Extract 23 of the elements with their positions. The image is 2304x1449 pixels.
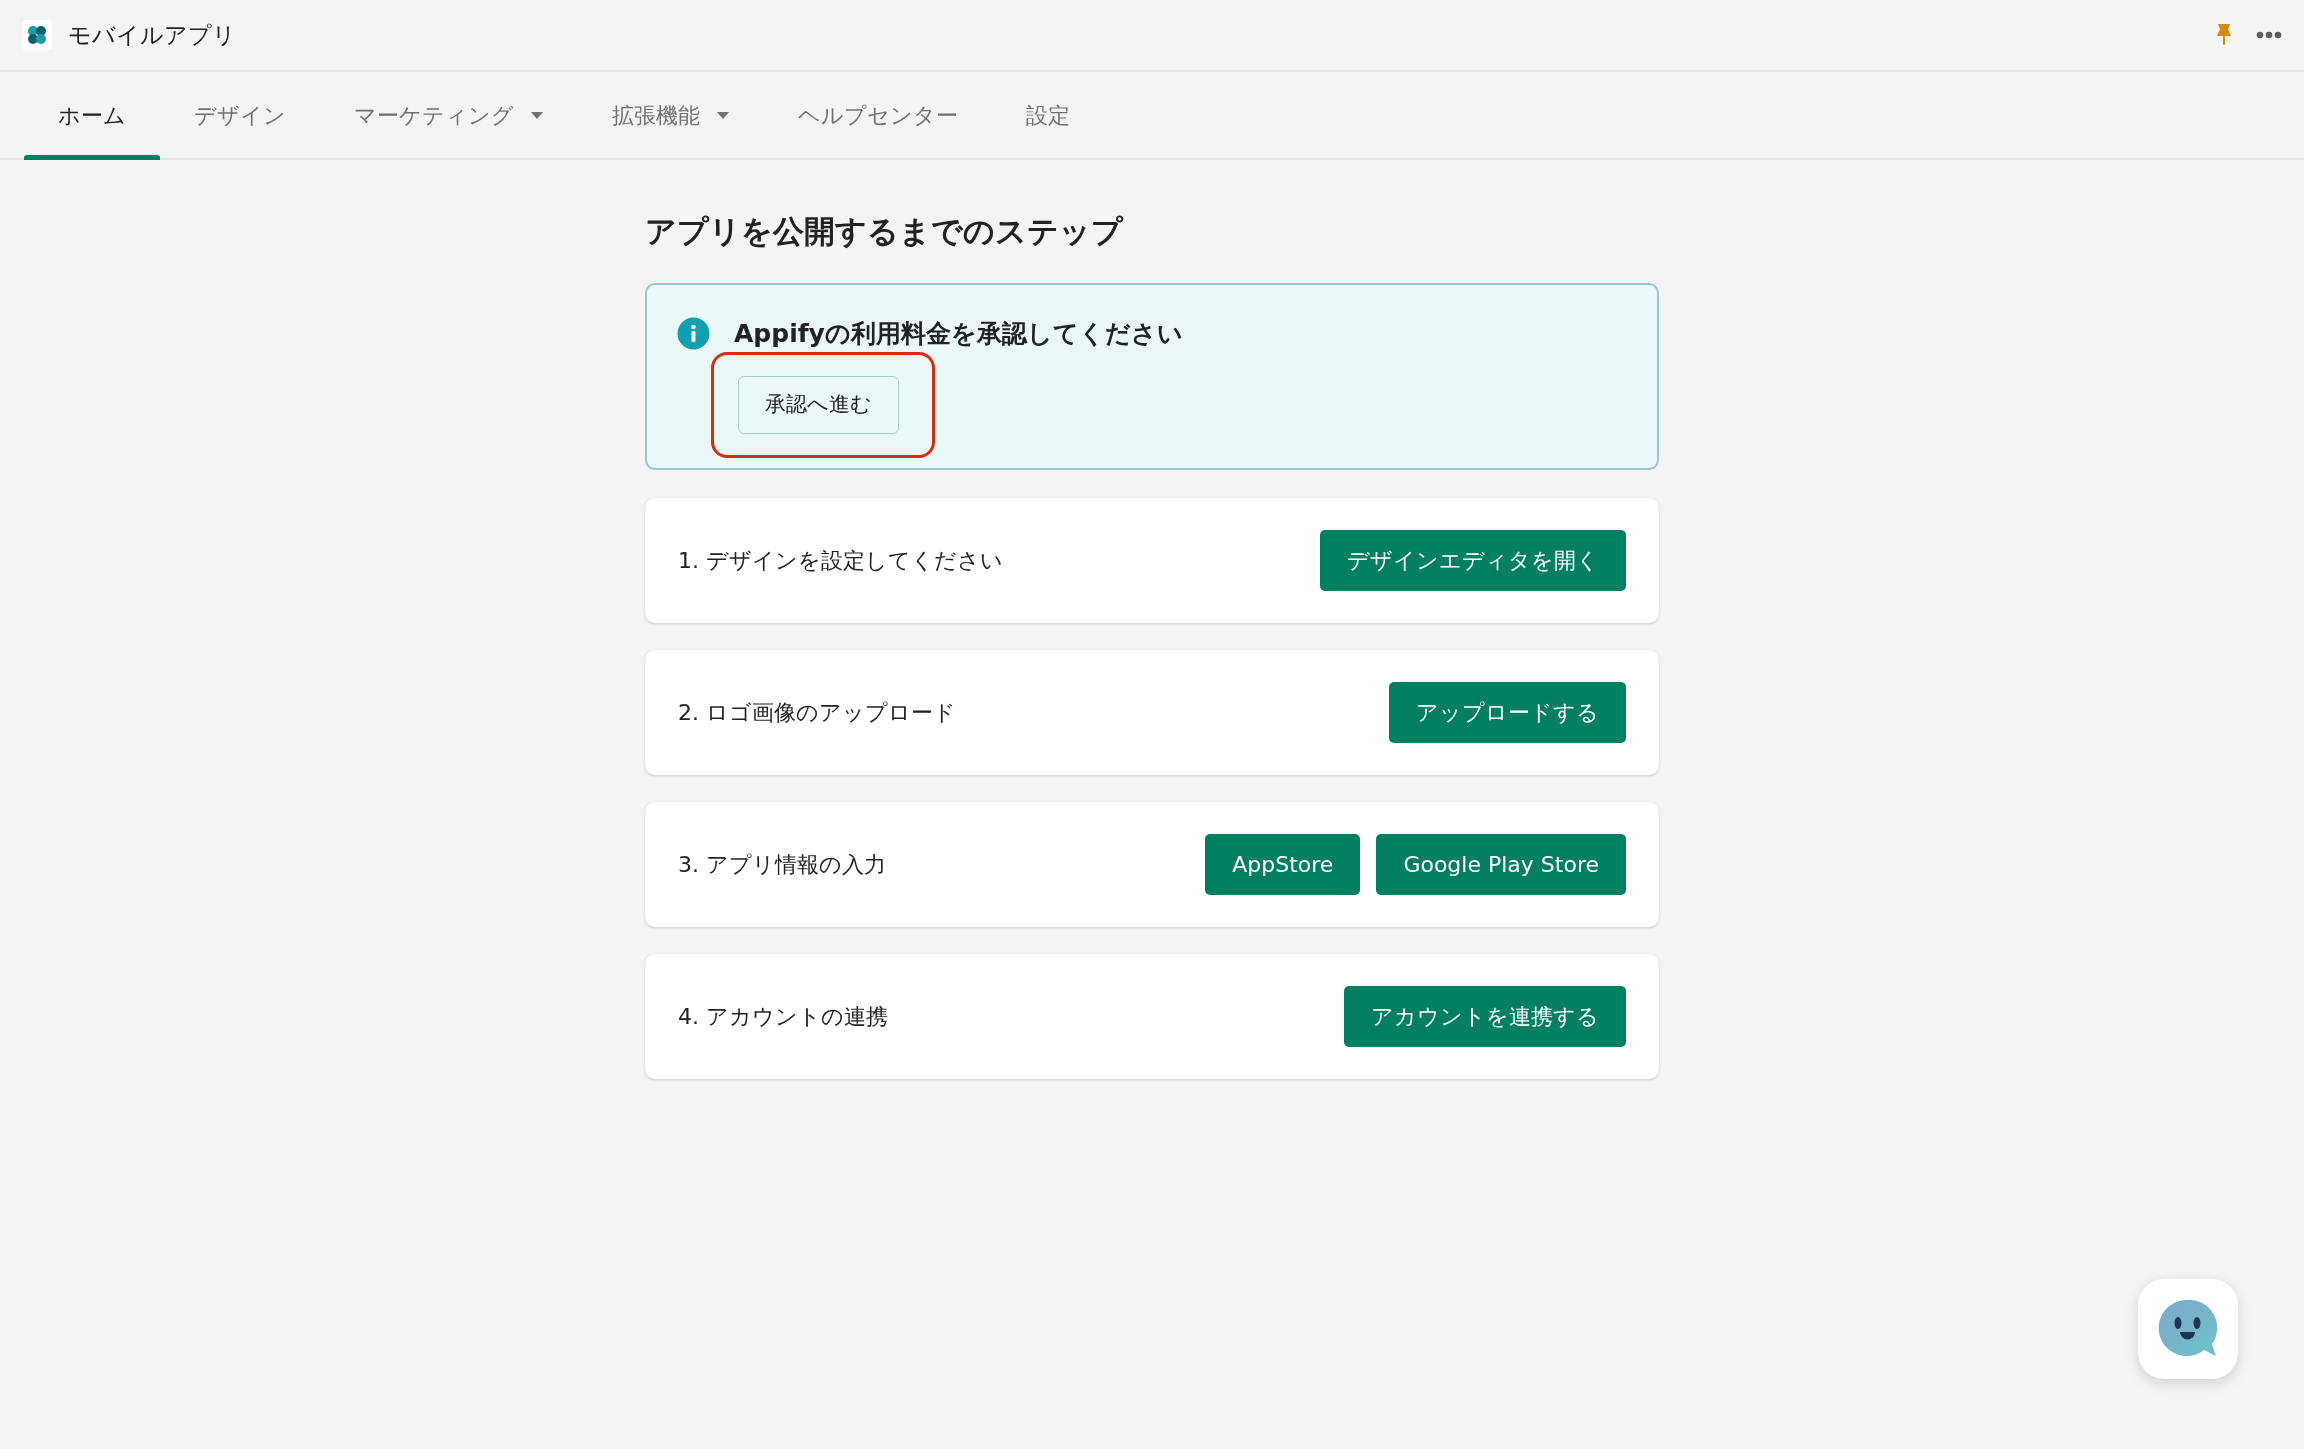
step-label: 4. アカウントの連携 bbox=[678, 1002, 889, 1031]
step-label: 2. ロゴ画像のアップロード bbox=[678, 698, 957, 727]
step-button[interactable]: アップロードする bbox=[1389, 681, 1626, 743]
nav-tab[interactable]: デザイン bbox=[160, 72, 320, 158]
step-button[interactable]: アカウントを連携する bbox=[1344, 985, 1626, 1047]
step-label: 1. デザインを設定してください bbox=[678, 546, 1004, 575]
app-logo-icon bbox=[22, 20, 52, 50]
step-button[interactable]: デザインエディタを開く bbox=[1320, 529, 1626, 591]
app-title: モバイルアプリ bbox=[68, 20, 236, 50]
step-label: 3. アプリ情報の入力 bbox=[678, 850, 887, 879]
nav-tab[interactable]: 設定 bbox=[992, 72, 1104, 158]
banner-message: Appifyの利用料金を承認してください bbox=[734, 317, 1183, 350]
nav-tab[interactable]: 拡張機能 bbox=[578, 72, 764, 158]
nav-tab[interactable]: ホーム bbox=[24, 72, 160, 158]
step-button[interactable]: AppStore bbox=[1205, 833, 1361, 895]
approve-button[interactable]: 承認へ進む bbox=[738, 376, 899, 434]
more-icon[interactable] bbox=[2256, 31, 2282, 39]
page-heading: アプリを公開するまでのステップ bbox=[645, 212, 1125, 251]
nav-tab[interactable]: ヘルプセンター bbox=[764, 72, 992, 158]
nav-tab[interactable]: マーケティング bbox=[320, 72, 578, 158]
chat-button[interactable] bbox=[2138, 1279, 2238, 1379]
step-button[interactable]: Google Play Store bbox=[1376, 833, 1626, 895]
info-icon bbox=[677, 316, 710, 350]
